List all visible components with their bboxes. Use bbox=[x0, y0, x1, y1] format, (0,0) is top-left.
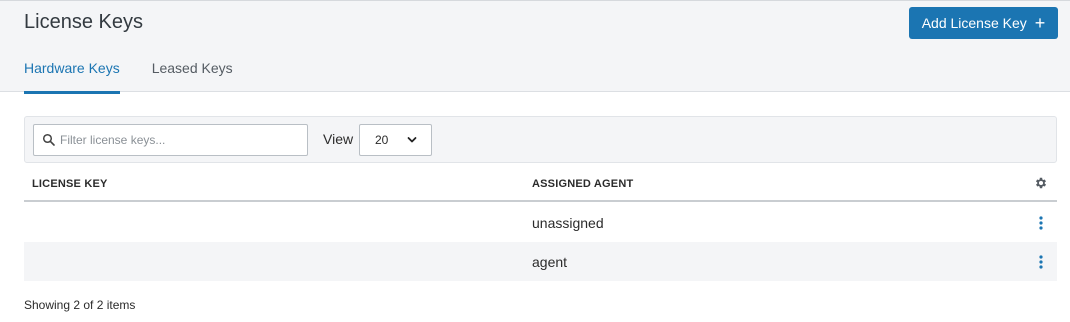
tab-leased-keys[interactable]: Leased Keys bbox=[152, 57, 233, 93]
add-license-key-button[interactable]: Add License Key + bbox=[909, 7, 1058, 39]
gear-icon[interactable] bbox=[1034, 176, 1048, 190]
assigned-agent-cell: unassigned bbox=[532, 215, 604, 231]
page-title: License Keys bbox=[24, 11, 143, 33]
table-header: LICENSE KEY ASSIGNED AGENT bbox=[24, 166, 1057, 202]
search-input[interactable] bbox=[60, 125, 305, 155]
chevron-down-icon bbox=[407, 137, 417, 143]
pagination-status: Showing 2 of 2 items bbox=[24, 298, 136, 312]
plus-icon: + bbox=[1034, 12, 1046, 33]
more-actions-icon[interactable] bbox=[1036, 215, 1046, 231]
tab-hardware-keys[interactable]: Hardware Keys bbox=[24, 57, 120, 94]
view-label: View bbox=[323, 131, 354, 147]
more-actions-icon[interactable] bbox=[1036, 254, 1046, 270]
search-icon bbox=[42, 133, 55, 146]
table-toolbar: View 20 bbox=[24, 116, 1057, 163]
search-box[interactable] bbox=[33, 124, 308, 156]
table-row[interactable]: agent bbox=[24, 242, 1057, 281]
tab-bar: Hardware Keys Leased Keys bbox=[24, 57, 233, 94]
page-header: License Keys Add License Key + Hardware … bbox=[0, 0, 1070, 94]
page-size-value: 20 bbox=[375, 133, 389, 147]
add-license-key-label: Add License Key bbox=[921, 15, 1027, 31]
table-row[interactable]: unassigned bbox=[24, 203, 1057, 242]
assigned-agent-cell: agent bbox=[532, 254, 568, 270]
column-header-license-key[interactable]: LICENSE KEY bbox=[32, 178, 108, 190]
column-header-assigned-agent[interactable]: ASSIGNED AGENT bbox=[532, 178, 633, 190]
page-size-select[interactable]: 20 bbox=[359, 124, 432, 156]
